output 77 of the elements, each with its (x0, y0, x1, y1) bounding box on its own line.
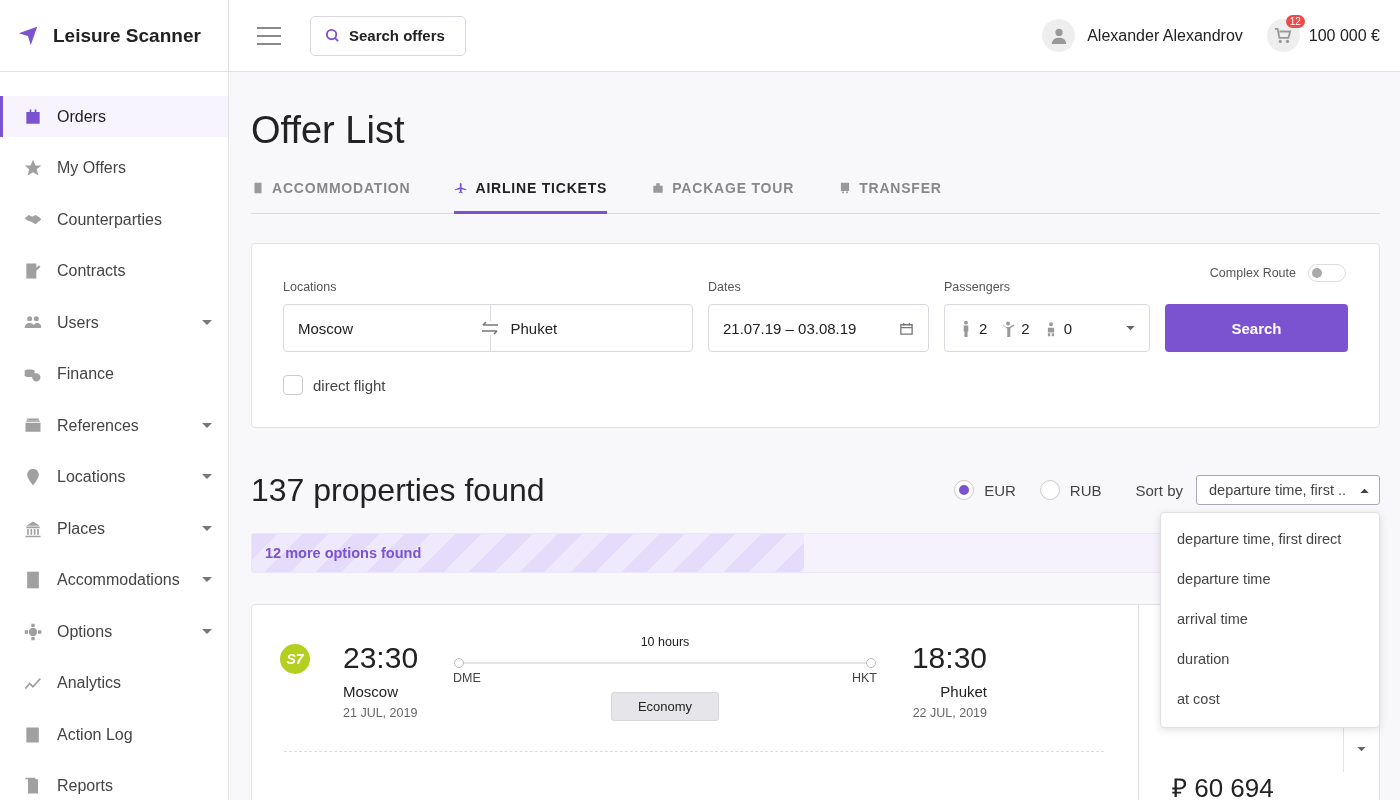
caret-icon (202, 474, 212, 480)
sort-option[interactable]: at cost (1161, 679, 1379, 719)
caret-icon (202, 422, 212, 429)
sort-label: Sort by (1135, 481, 1183, 499)
locations-label: Locations (283, 280, 338, 294)
passenger-count: 0 (1063, 319, 1073, 337)
airline-logo: S7 (280, 644, 310, 674)
sort-option[interactable]: departure time (1161, 559, 1379, 599)
cart-count-badge: 12 (1285, 15, 1305, 28)
caret-icon (1360, 487, 1369, 493)
sidebar-item[interactable]: Reports (0, 765, 228, 800)
departure-city: Moscow (343, 683, 399, 700)
sidebar-item[interactable]: Finance (0, 353, 228, 395)
search-offers-button[interactable]: Search offers (310, 15, 466, 56)
departure-time: 23:30 (343, 641, 420, 676)
arrival-date: 22 JUL, 2019 (911, 706, 987, 720)
arrival-time: 18:30 (910, 641, 987, 676)
passengers-field[interactable]: 2 2 0 (944, 304, 1150, 352)
airport-code: HKT (852, 671, 877, 685)
passenger-count: 2 (1021, 319, 1030, 337)
radio-button[interactable] (1039, 480, 1060, 500)
sidebar-item[interactable]: Action Log (0, 714, 228, 755)
sidebar-item[interactable]: Locations (0, 456, 228, 498)
sort-dropdown[interactable]: departure time, first .. (1196, 475, 1380, 505)
direct-flight-label: direct flight (313, 376, 386, 394)
sidebar-item[interactable]: Options (0, 611, 228, 652)
dates-label: Dates (708, 280, 742, 294)
sort-option[interactable]: departure time, first direct (1161, 519, 1379, 559)
search-button[interactable]: Search (1165, 304, 1348, 352)
checkbox[interactable] (283, 375, 303, 395)
complex-route-label: Complex Route (1209, 266, 1296, 280)
radio-button[interactable] (954, 480, 975, 500)
sidebar-item[interactable]: Places (0, 508, 228, 549)
sort-option[interactable]: arrival time (1161, 599, 1379, 639)
paper-plane-icon (17, 24, 39, 47)
banner-text: 12 more options found (265, 545, 422, 561)
cabin-class-tag: Economy (610, 692, 720, 721)
balance: 100 000 € (1308, 26, 1380, 45)
page-title: Offer List (251, 108, 406, 153)
caret-icon (1357, 747, 1366, 752)
app-name: Leisure Scanner (53, 24, 201, 47)
caret-icon (202, 628, 212, 635)
currency-label: EUR (984, 481, 1016, 499)
user-avatar[interactable] (1042, 19, 1076, 52)
sidebar-item[interactable]: Accommodations (0, 559, 228, 601)
user-name[interactable]: Alexander Alexandrov (1087, 26, 1243, 45)
locations-field[interactable]: Moscow Phuket (283, 304, 693, 352)
caret-icon (202, 319, 212, 326)
tab[interactable]: AIRLINE TICKETS (454, 180, 608, 214)
search-icon (325, 28, 340, 43)
flight-duration: 10 hours (640, 635, 690, 649)
caret-icon (202, 577, 212, 583)
passenger-count: 2 (979, 319, 988, 337)
sidebar-item[interactable]: My Offers (0, 147, 228, 189)
person-icon (1049, 26, 1068, 45)
sidebar-item[interactable]: Users (0, 302, 228, 343)
sidebar-item[interactable]: Orders (0, 96, 228, 137)
cart-icon (1274, 26, 1293, 45)
sidebar-item[interactable]: Analytics (0, 662, 228, 704)
dates-field[interactable]: 21.07.19 – 03.08.19 (708, 304, 929, 352)
passengers-label: Passengers (944, 280, 1011, 294)
sidebar-item[interactable]: Contracts (0, 250, 228, 292)
complex-route-toggle[interactable] (1308, 264, 1346, 282)
caret-icon (1126, 325, 1135, 331)
price: ₽ 60 694 (1172, 772, 1274, 800)
results-count: 137 properties found (251, 471, 545, 509)
departure-date: 21 JUL, 2019 (343, 706, 419, 720)
calendar-icon (899, 320, 914, 336)
sidebar-item[interactable]: References (0, 405, 228, 446)
menu-icon[interactable] (257, 26, 281, 45)
caret-icon (202, 525, 212, 532)
airport-code: DME (453, 671, 481, 685)
currency-label: RUB (1069, 481, 1102, 499)
arrival-city: Phuket (939, 683, 987, 700)
cart-button[interactable] (1266, 19, 1300, 52)
sort-option[interactable]: duration (1161, 639, 1379, 679)
sidebar-item[interactable]: Counterparties (0, 199, 228, 240)
